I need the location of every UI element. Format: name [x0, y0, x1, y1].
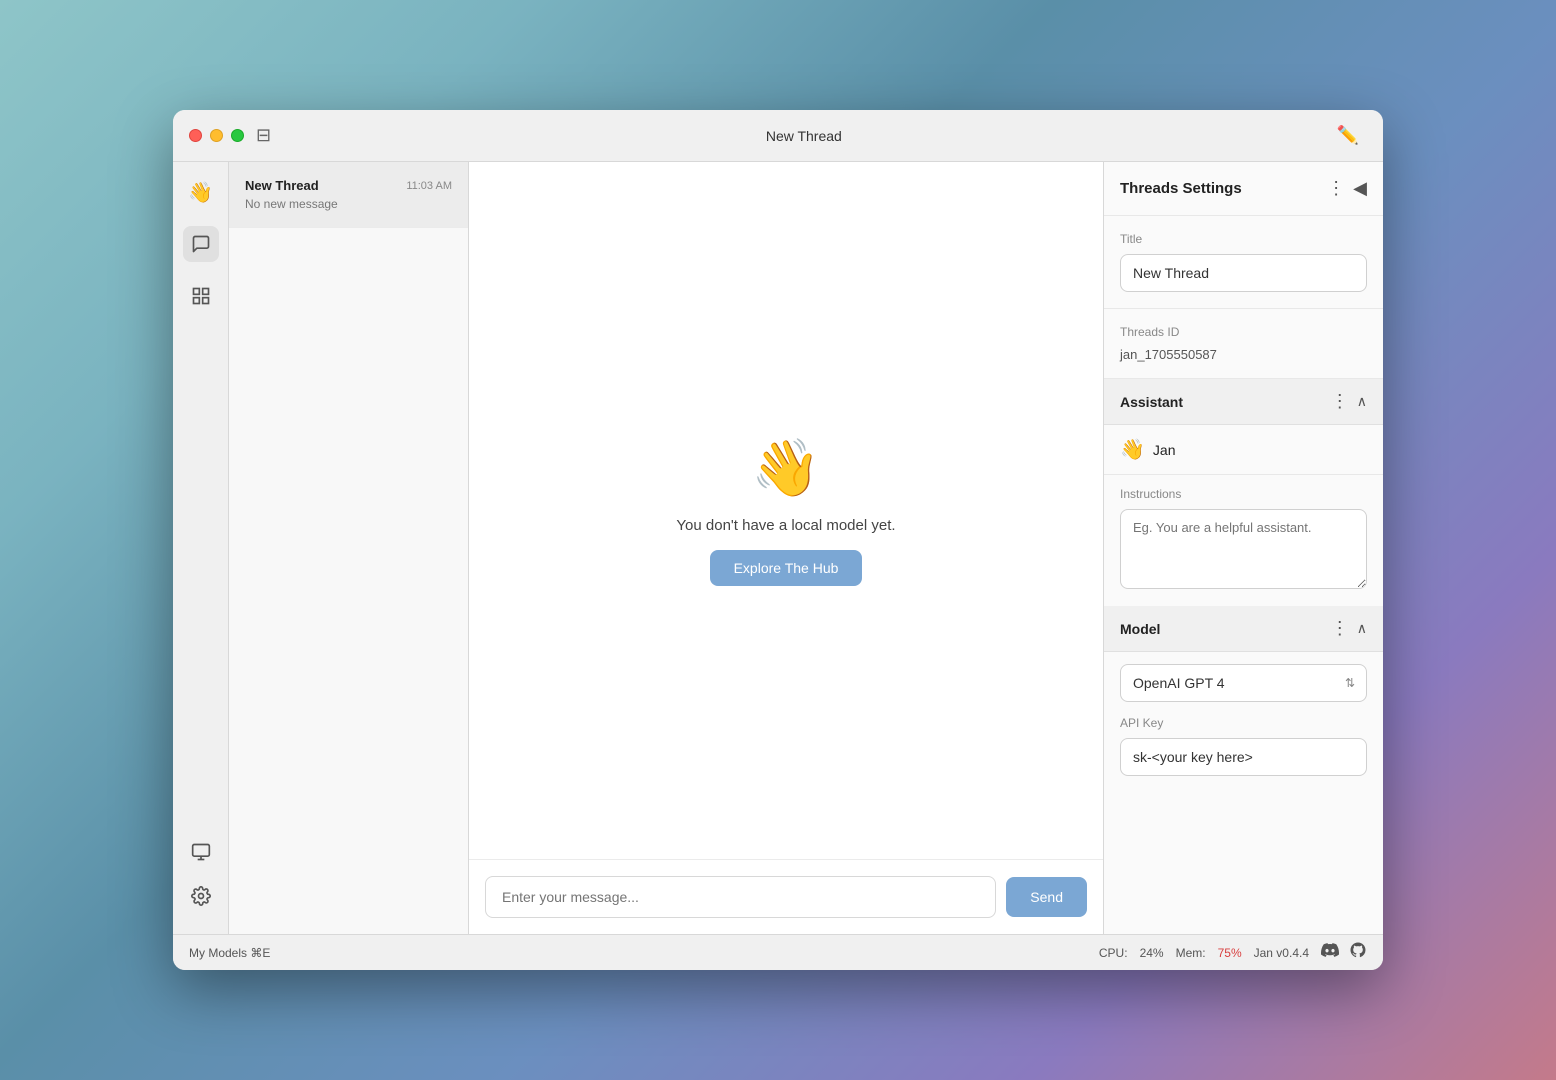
status-bar: My Models ⌘E CPU: 24% Mem: 75% Jan v0.4.…: [173, 934, 1383, 970]
model-collapse-icon[interactable]: ∧: [1357, 620, 1367, 637]
thread-item-preview: No new message: [245, 197, 452, 211]
model-select[interactable]: OpenAI GPT 4 GPT-3.5 Turbo Claude 3 Loca…: [1120, 664, 1367, 702]
right-panel-header: Threads Settings ⋮ ◀: [1104, 162, 1383, 216]
threads-id-section: Threads ID jan_1705550587: [1104, 309, 1383, 379]
title-input[interactable]: [1120, 254, 1367, 292]
nav-grid-icon[interactable]: [183, 278, 219, 314]
message-input[interactable]: [485, 876, 996, 918]
more-options-icon[interactable]: ⋮: [1327, 178, 1345, 199]
threads-id-label: Threads ID: [1120, 325, 1367, 339]
title-section: Title: [1104, 216, 1383, 309]
nav-wave-icon[interactable]: 👋: [183, 174, 219, 210]
instructions-textarea[interactable]: [1120, 509, 1367, 589]
minimize-button[interactable]: [210, 129, 223, 142]
threads-settings-title: Threads Settings: [1120, 180, 1242, 197]
mem-value: 75%: [1218, 946, 1242, 960]
chat-empty-state: 👋 You don't have a local model yet. Expl…: [469, 162, 1103, 859]
collapse-panel-icon[interactable]: ◀: [1353, 178, 1367, 199]
compose-button[interactable]: ✏️: [1337, 125, 1359, 146]
close-button[interactable]: [189, 129, 202, 142]
thread-item-title: New Thread: [245, 178, 319, 193]
discord-icon[interactable]: [1321, 941, 1339, 964]
assistant-section-header[interactable]: Assistant ⋮ ∧: [1104, 379, 1383, 425]
threads-id-value: jan_1705550587: [1120, 347, 1367, 362]
right-panel-actions: ⋮ ◀: [1327, 178, 1367, 199]
api-key-input[interactable]: [1120, 738, 1367, 776]
title-label: Title: [1120, 232, 1367, 246]
thread-item-header: New Thread 11:03 AM: [245, 178, 452, 193]
assistant-section-title: Assistant: [1120, 394, 1183, 410]
thread-item[interactable]: New Thread 11:03 AM No new message: [229, 162, 468, 228]
assistant-section-actions: ⋮ ∧: [1331, 391, 1367, 412]
sidebar-toggle-icon[interactable]: ⊟: [256, 125, 271, 146]
chat-input-bar: Send: [469, 859, 1103, 934]
assistant-name: Jan: [1153, 442, 1176, 458]
traffic-lights: [189, 129, 244, 142]
model-section-header[interactable]: Model ⋮ ∧: [1104, 606, 1383, 652]
my-models-label[interactable]: My Models ⌘E: [189, 946, 270, 960]
assistant-item[interactable]: 👋 Jan: [1104, 425, 1383, 475]
model-section-content: OpenAI GPT 4 GPT-3.5 Turbo Claude 3 Loca…: [1104, 652, 1383, 788]
assistant-more-icon[interactable]: ⋮: [1331, 391, 1349, 412]
wave-emoji: 👋: [751, 435, 821, 501]
right-panel: Threads Settings ⋮ ◀ Title Threads ID ja…: [1103, 162, 1383, 934]
nav-sidebar: 👋: [173, 162, 229, 934]
api-key-label: API Key: [1120, 716, 1367, 730]
nav-bottom-icons: [183, 834, 219, 922]
chat-empty-text: You don't have a local model yet.: [676, 517, 895, 534]
instructions-label: Instructions: [1120, 487, 1367, 501]
footer-icons: [1321, 941, 1367, 964]
main-window: ⊟ New Thread ✏️ 👋: [173, 110, 1383, 970]
maximize-button[interactable]: [231, 129, 244, 142]
nav-settings-icon[interactable]: [183, 878, 219, 914]
mem-label: Mem:: [1176, 946, 1206, 960]
title-bar: ⊟ New Thread ✏️: [173, 110, 1383, 162]
model-section-actions: ⋮ ∧: [1331, 618, 1367, 639]
nav-chat-icon[interactable]: [183, 226, 219, 262]
cpu-label: CPU:: [1099, 946, 1128, 960]
assistant-emoji: 👋: [1120, 437, 1145, 462]
cpu-value: 24%: [1140, 946, 1164, 960]
assistant-collapse-icon[interactable]: ∧: [1357, 393, 1367, 410]
model-more-icon[interactable]: ⋮: [1331, 618, 1349, 639]
model-select-wrapper: OpenAI GPT 4 GPT-3.5 Turbo Claude 3 Loca…: [1120, 664, 1367, 702]
status-bar-right: CPU: 24% Mem: 75% Jan v0.4.4: [1099, 941, 1367, 964]
instructions-section: Instructions: [1104, 475, 1383, 606]
chat-area: 👋 You don't have a local model yet. Expl…: [469, 162, 1103, 934]
window-title: New Thread: [271, 128, 1336, 144]
status-bar-left: My Models ⌘E: [189, 946, 1099, 960]
model-section-title: Model: [1120, 621, 1160, 637]
send-button[interactable]: Send: [1006, 877, 1087, 917]
main-content: 👋: [173, 162, 1383, 934]
nav-monitor-icon[interactable]: [183, 834, 219, 870]
explore-hub-button[interactable]: Explore The Hub: [710, 550, 863, 586]
version-label: Jan v0.4.4: [1254, 946, 1309, 960]
thread-list: New Thread 11:03 AM No new message: [229, 162, 469, 934]
github-icon[interactable]: [1349, 941, 1367, 964]
thread-item-time: 11:03 AM: [406, 180, 452, 192]
